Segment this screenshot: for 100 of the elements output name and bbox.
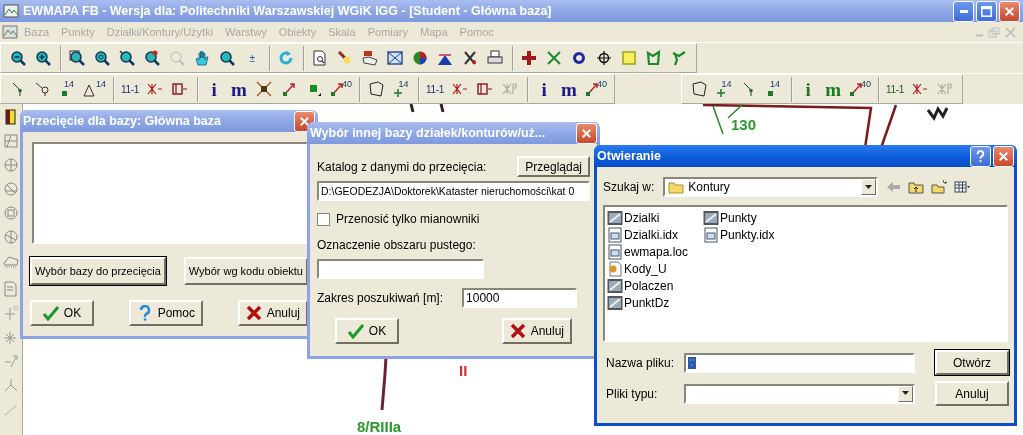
close-icon — [509, 323, 526, 339]
folder-dropdown[interactable]: Kontury — [663, 177, 879, 197]
database-file-icon — [607, 294, 623, 311]
checkbox[interactable] — [317, 212, 330, 226]
toolbar-button[interactable]: m — [227, 76, 251, 102]
button[interactable]: Anuluj — [935, 381, 1009, 406]
close-icon — [1004, 25, 1017, 39]
folder-icon — [668, 180, 685, 194]
toolbar-button[interactable]: 40 — [582, 76, 610, 102]
toolbar-button[interactable]: 11-1 — [883, 76, 908, 102]
zoom-icon — [94, 50, 110, 66]
input-field[interactable]: 10000 — [462, 288, 578, 308]
crosshair-icon — [596, 50, 612, 66]
door-icon[interactable] — [3, 109, 19, 125]
button[interactable]: Otwórz — [935, 350, 1009, 375]
parcel-icon[interactable] — [3, 205, 19, 221]
field-label: Zakres poszukiwań [m]: — [317, 291, 444, 305]
refresh-icon — [278, 50, 294, 66]
map-line — [409, 104, 415, 113]
file-item[interactable]: Punkty.idx — [703, 226, 799, 243]
checkbox-label: Przenosić tylko mianowniki — [336, 212, 480, 226]
map-label: II — [459, 362, 468, 379]
map-label: 130 — [731, 116, 757, 133]
file-item[interactable]: Kody_U — [607, 260, 703, 277]
toolbar-button[interactable]: 14 — [56, 76, 80, 102]
toolbar-button[interactable]: 40 — [846, 76, 874, 102]
file-item[interactable]: Dzialki — [607, 209, 703, 226]
toolbar-button[interactable]: 14 — [762, 76, 787, 102]
pie-chart-icon — [412, 50, 428, 66]
app-icon — [3, 3, 19, 19]
cancel-button[interactable]: Anuluj — [501, 318, 572, 344]
polyline-icon — [671, 50, 687, 66]
point-icon — [62, 90, 67, 96]
window-title: Wybór innej bazy działek/konturów/uż... — [310, 126, 547, 140]
handwritten-mark-drawing — [926, 106, 949, 121]
file-icon — [607, 226, 623, 243]
toolbar-button[interactable]: 40 — [327, 76, 355, 102]
link-icon — [912, 81, 929, 97]
arrow-icon — [281, 81, 297, 97]
toolbar-button[interactable]: 14 — [81, 76, 108, 102]
toolbar-button[interactable]: m — [821, 76, 846, 102]
file-list[interactable]: Dzialki Dzialki.idx ewmapa.loc Kody_U Polaczen PunktDz Punkty Punkty.idx — [603, 205, 1008, 342]
button[interactable]: Przeglądaj — [517, 156, 590, 177]
app-icon — [2, 24, 18, 40]
maximize-button[interactable] — [976, 0, 997, 22]
parcel-icon[interactable] — [3, 229, 19, 245]
toolbar-button[interactable]: i — [796, 76, 821, 102]
link-icon — [937, 81, 954, 97]
fork-icon[interactable] — [3, 377, 19, 393]
file-item[interactable]: Dzialki.idx — [607, 226, 703, 243]
minimize-button[interactable] — [953, 0, 974, 22]
toolbar-button[interactable]: 14 — [389, 76, 414, 102]
close-button[interactable] — [576, 122, 597, 144]
ok-button[interactable]: OK — [30, 300, 94, 326]
parcel-icon[interactable] — [3, 181, 19, 197]
cancel-button[interactable]: Anuluj — [237, 300, 308, 326]
input-field[interactable] — [684, 352, 915, 373]
file-item[interactable]: ewmapa.loc — [607, 243, 703, 260]
input-field[interactable]: D:\GEODEZJA\Doktorek\Kataster nieruchomości\kat 0 — [317, 181, 590, 201]
button[interactable]: Wybór wg kodu obiektu — [183, 257, 308, 285]
help-button[interactable]: Pomoc — [128, 300, 203, 326]
zoom-icon — [144, 50, 160, 66]
toolbar-button[interactable]: 11-1 — [423, 76, 448, 102]
ring-icon — [571, 50, 587, 66]
plus-icon — [521, 50, 537, 66]
close-button[interactable] — [993, 145, 1014, 167]
parcel-icon[interactable] — [3, 157, 19, 173]
ok-button[interactable]: OK — [335, 318, 399, 344]
new-folder-icon[interactable] — [931, 179, 948, 195]
file-item[interactable]: Punkty — [703, 209, 799, 226]
file-item[interactable]: Polaczen — [607, 277, 703, 294]
folder-up-icon[interactable] — [908, 179, 925, 195]
button[interactable]: Wybór bazy do przecięcia — [30, 257, 166, 285]
toolbar-button[interactable]: i — [532, 76, 557, 102]
toolbar-button[interactable]: ± — [240, 45, 264, 71]
printer-icon — [487, 50, 503, 66]
toolbar-button[interactable]: 11-1 — [118, 76, 142, 102]
toolbar-button[interactable]: 14 — [712, 76, 737, 102]
close-button[interactable] — [999, 0, 1020, 22]
x-node-icon — [256, 81, 272, 97]
field-label: Katalog z danymi do przecięcia: — [317, 159, 487, 174]
list-box[interactable] — [32, 142, 308, 244]
star-point-icon[interactable] — [3, 329, 19, 345]
hatched-area-icon[interactable] — [3, 253, 19, 269]
help-button[interactable] — [970, 145, 991, 167]
toolbar-button[interactable]: i — [202, 76, 226, 102]
hand-icon — [194, 50, 210, 66]
view-menu-icon[interactable] — [954, 179, 971, 195]
file-type-dropdown[interactable] — [684, 383, 915, 404]
toolbar-button[interactable]: m — [557, 76, 582, 102]
file-item[interactable]: PunktDz — [607, 294, 703, 311]
window-title: Przecięcie dla bazy: Główna baza — [23, 114, 222, 128]
link-icon — [502, 81, 519, 97]
cross-icon — [546, 50, 562, 66]
zoom-point-icon — [119, 50, 135, 66]
input-field[interactable] — [317, 259, 484, 279]
link-icon — [477, 81, 494, 97]
field-label: Oznaczenie obszaru pustego: — [317, 238, 477, 252]
parcel-icon[interactable] — [3, 133, 19, 149]
script-file-icon — [607, 260, 623, 277]
